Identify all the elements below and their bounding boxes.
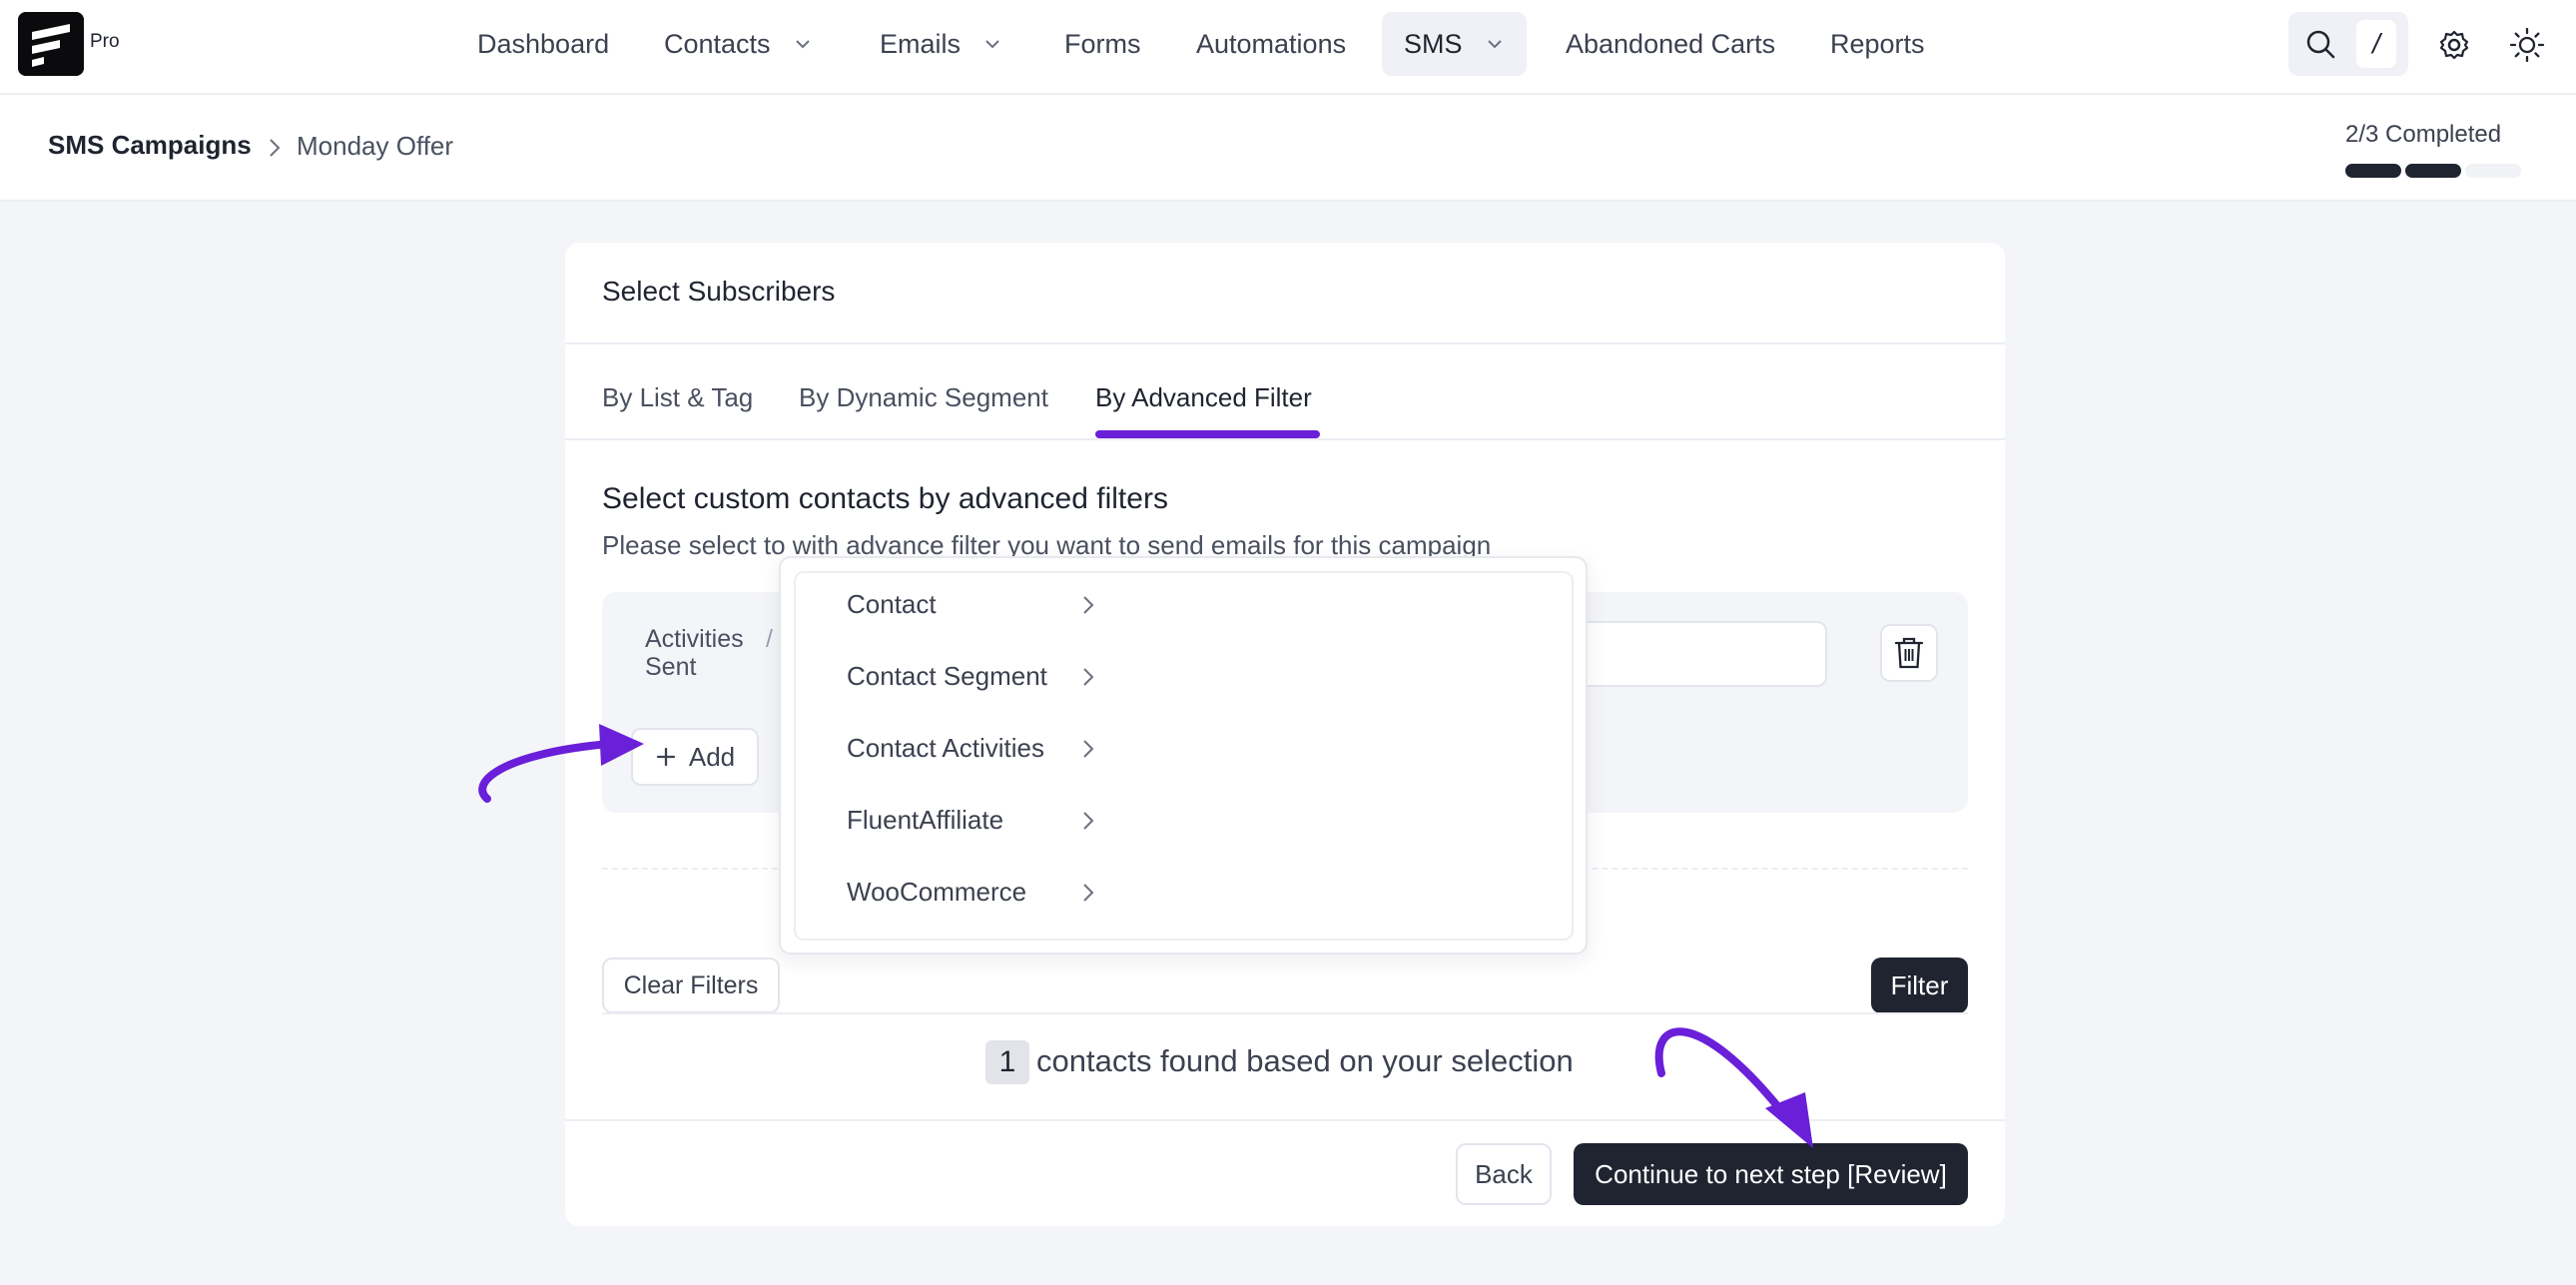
nav-dashboard-label: Dashboard [477,28,610,59]
progress-step-1 [2345,164,2401,178]
nav-emails-label: Emails [880,28,962,59]
annotation-arrow-icon [1654,1027,1813,1148]
chevron-right-icon [1083,740,1094,758]
divider [565,342,2005,344]
contacts-count-badge: 1 [985,1040,1029,1084]
breadcrumb-root[interactable]: SMS Campaigns [48,130,252,161]
chevron-down-icon [985,40,999,49]
progress-step-2 [2405,164,2461,178]
chevron-down-icon [1487,40,1502,49]
progress-step-3 [2465,164,2521,178]
contacts-found-text: contacts found based on your selection [1036,1043,1574,1078]
nav-sms[interactable]: SMS [1382,12,1527,76]
nav-reports-label: Reports [1830,28,1925,59]
nav-contacts-label: Contacts [664,28,771,59]
chevron-right-icon [1083,884,1094,902]
section-title: Select custom contacts by advanced filte… [602,482,1168,515]
chevron-right-icon [270,139,281,157]
breadcrumb-current: Monday Offer [297,131,454,161]
search-button[interactable]: / [2288,12,2408,76]
trash-icon [1894,637,1924,669]
chevron-right-icon [1083,812,1094,830]
filter-property-line1: Activities [645,625,744,653]
fluentcrm-logo[interactable] [18,12,84,76]
add-filter-label: Add [688,741,736,772]
nav-dashboard[interactable]: Dashboard [477,0,609,88]
chevron-right-icon [1083,596,1094,614]
dropdown-item-contact-segment[interactable]: Contact Segment [847,661,1047,692]
dropdown-item-contact-activities[interactable]: Contact Activities [847,733,1044,764]
nav-forms[interactable]: Forms [1064,0,1141,88]
dropdown-item-woocommerce[interactable]: WooCommerce [847,877,1026,908]
gear-icon[interactable] [2437,28,2471,62]
nav-reports[interactable]: Reports [1830,0,1925,88]
chevron-down-icon [795,40,810,49]
tab-by-dynamic-segment[interactable]: By Dynamic Segment [799,382,1048,413]
nav-emails[interactable]: Emails [880,0,1002,88]
filter-property-label: Activities Sent [645,625,744,681]
search-shortcut-key: / [2356,20,2396,68]
filter-button[interactable]: Filter [1871,958,1968,1013]
dropdown-item-fluentaffiliate[interactable]: FluentAffiliate [847,805,1003,836]
tabs-divider [565,438,2005,440]
tab-by-advanced-filter[interactable]: By Advanced Filter [1095,382,1312,413]
filter-value-input[interactable] [1558,621,1827,687]
active-tab-indicator [1095,430,1320,438]
annotation-arrow-icon [478,724,644,803]
nav-abandoned-carts[interactable]: Abandoned Carts [1566,0,1775,88]
nav-abandoned-carts-label: Abandoned Carts [1566,28,1776,59]
back-button[interactable]: Back [1456,1143,1552,1205]
progress-label: 2/3 Completed [2345,121,2502,148]
nav-contacts[interactable]: Contacts [664,0,813,88]
nav-forms-label: Forms [1064,28,1141,59]
delete-filter-button[interactable] [1880,624,1938,682]
nav-automations-label: Automations [1196,28,1347,59]
nav-sms-label: SMS [1404,28,1463,59]
chevron-right-icon [1083,668,1094,686]
nav-automations[interactable]: Automations [1196,0,1346,88]
clear-filters-button[interactable]: Clear Filters [602,958,780,1013]
card-title: Select Subscribers [602,276,836,307]
pro-badge: Pro [90,31,120,52]
filter-separator: / [766,625,773,653]
search-icon [2306,30,2335,59]
sun-icon[interactable] [2508,26,2546,64]
tab-by-list-tag[interactable]: By List & Tag [602,382,753,413]
filter-property-line2: Sent [645,653,697,681]
dropdown-item-contact[interactable]: Contact [847,589,937,620]
